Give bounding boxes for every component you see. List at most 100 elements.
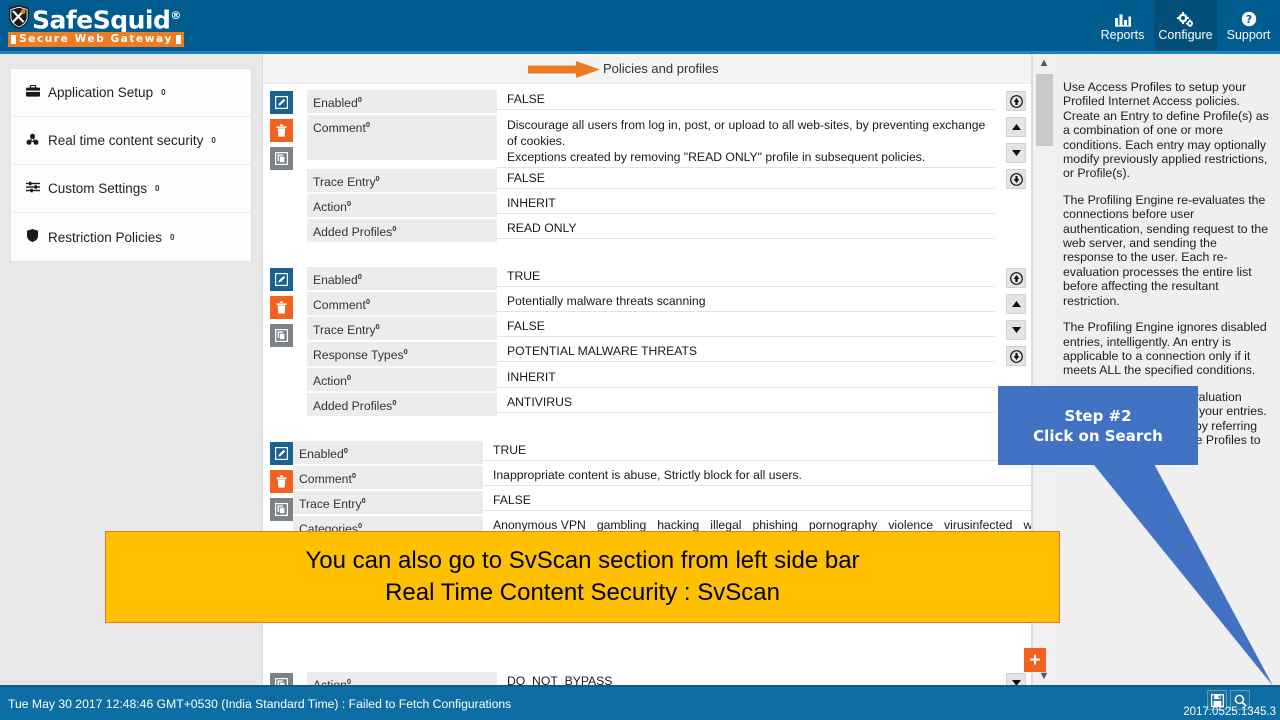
left-sidebar: Application Setup 0 Real time content se… [10, 68, 252, 262]
sidebar-label-restriction-policies: Restriction Policies [48, 229, 163, 245]
field-label: Added Profiles0 [307, 219, 497, 244]
category-token: hacking [657, 517, 700, 532]
top-nav: Reports Configure ? Support [1091, 0, 1280, 51]
category-token: gambling [596, 517, 647, 532]
sidebar-item-custom-settings[interactable]: Custom Settings 0 [11, 165, 251, 213]
copy-icon[interactable] [270, 497, 293, 521]
field-value: FALSE [497, 169, 995, 190]
nav-label-configure: Configure [1158, 27, 1213, 42]
copy-icon[interactable] [270, 672, 293, 685]
field-label: Added Profiles0 [307, 392, 497, 417]
policy-entry: Enabled0 TRUE Comment0 Potentially malware… [263, 267, 1031, 417]
copy-icon[interactable] [270, 147, 293, 170]
sidebar-label-application-setup: Application Setup [48, 85, 154, 100]
field-label: Enabled0 [293, 440, 483, 465]
category-token: pornography [808, 517, 878, 532]
move-to-top-icon[interactable] [1006, 91, 1026, 111]
field-row: Comment0 Potentially malware threats scan… [307, 291, 995, 317]
nav-item-configure[interactable]: Configure [1154, 0, 1217, 51]
field-row: Action0DO_NOT_BYPASS [307, 671, 995, 685]
entry-tools [263, 90, 307, 243]
field-label: Comment0 [307, 292, 497, 317]
field-label: Trace Entry0 [307, 317, 497, 342]
field-label: Enabled0 [307, 90, 497, 115]
panel-header: Policies and profiles [263, 54, 1031, 84]
field-label: Action0 [307, 367, 497, 392]
sidebar-info-restriction-policies[interactable]: 0 [170, 233, 174, 242]
help-paragraph: Use Access Profiles to setup your Profil… [1063, 80, 1269, 181]
sidebar-info-application-setup[interactable]: 0 [161, 88, 165, 97]
entry-move-buttons [1001, 90, 1031, 243]
safesquid-shield-icon [9, 5, 29, 29]
sidebar-item-application-setup[interactable]: Application Setup 0 [11, 69, 251, 117]
field-value: FALSE [497, 317, 995, 338]
question-circle-icon: ? [1241, 10, 1257, 27]
field-row: Enabled0 TRUE [307, 267, 995, 292]
edit-icon[interactable] [270, 268, 293, 292]
field-value: ANTIVIRUS [497, 393, 995, 413]
edit-icon[interactable] [270, 91, 293, 114]
biohazard-icon [25, 133, 40, 149]
move-to-bottom-icon[interactable] [1006, 169, 1026, 189]
app-root: SafeSquid® Secure Web Gateway Reports Co… [0, 0, 1280, 720]
field-label: Enabled0 [307, 267, 497, 292]
move-down-icon[interactable] [1006, 143, 1026, 163]
field-row: Added Profiles0 ANTIVIRUS [307, 391, 995, 417]
entry-tools [263, 672, 307, 685]
briefcase-icon [25, 84, 40, 100]
category-token: illegal [710, 517, 742, 532]
field-row: Comment0 Inappropriate content is abuse, … [293, 464, 1031, 490]
field-row: Trace Entry0 FALSE [307, 316, 995, 342]
sidebar-item-restriction-policies[interactable]: Restriction Policies 0 [11, 213, 251, 261]
trash-icon[interactable] [270, 119, 293, 142]
orange-pointer-arrow-icon [528, 61, 600, 78]
move-to-top-icon[interactable] [1006, 268, 1026, 289]
field-value: TRUE [483, 441, 1031, 461]
help-paragraph: The Profiling Engine re-evaluates the co… [1063, 192, 1269, 308]
field-row: Trace Entry0 FALSE [307, 168, 995, 194]
brand-name: SafeSquid® [32, 5, 181, 35]
sidebar-info-real-time-content-security[interactable]: 0 [211, 136, 215, 145]
field-value: READ ONLY [497, 219, 995, 240]
brand-logo[interactable]: SafeSquid® Secure Web Gateway [6, 2, 196, 50]
field-row: Added Profiles0 READ ONLY [307, 218, 995, 244]
sidebar-item-real-time-content-security[interactable]: Real time content security 0 [11, 117, 251, 165]
policy-entry: Action0DO_NOT_BYPASS Added Profiles0BLOC… [263, 671, 1031, 685]
callout-step-2: Step #2 Click on Search [998, 386, 1198, 465]
scroll-up-icon[interactable]: ▲ [1033, 54, 1055, 72]
field-value: FALSE [497, 90, 995, 110]
edit-icon[interactable] [270, 441, 293, 465]
sidebar-info-custom-settings[interactable]: 0 [155, 184, 159, 193]
callout-blue-line2: Click on Search [1033, 426, 1163, 445]
move-up-icon[interactable] [1006, 294, 1026, 315]
trash-icon[interactable] [270, 296, 293, 320]
category-token: Anonymous VPN [493, 517, 586, 532]
callout-yellow-line2: Real Time Content Security : SvScan [385, 579, 780, 606]
field-value: FALSE [483, 491, 1031, 511]
nav-item-support[interactable]: ? Support [1217, 0, 1280, 51]
gears-icon [1177, 10, 1194, 27]
entry-fields: Action0DO_NOT_BYPASS Added Profiles0BLOC… [307, 671, 1001, 685]
reports-chart-icon [1114, 10, 1131, 27]
copy-icon[interactable] [270, 324, 293, 348]
nav-label-reports: Reports [1100, 27, 1145, 42]
nav-item-reports[interactable]: Reports [1091, 0, 1154, 51]
shield-icon [25, 229, 40, 245]
move-down-icon[interactable] [1006, 320, 1026, 341]
field-value: Inappropriate content is abuse, Strictly… [483, 466, 1031, 486]
top-bar: SafeSquid® Secure Web Gateway Reports Co… [0, 0, 1280, 54]
svg-text:?: ? [1245, 13, 1251, 26]
field-value: POTENTIAL MALWARE THREATS [497, 342, 995, 363]
callout-yellow-line1: You can also go to SvScan section from l… [305, 547, 860, 574]
field-label: Trace Entry0 [307, 169, 497, 194]
entry-tools [263, 267, 307, 416]
field-value: TRUE [497, 267, 995, 288]
move-to-bottom-icon[interactable] [1006, 346, 1026, 367]
category-token: violence [888, 517, 934, 532]
field-row: Action0 INHERIT [307, 193, 995, 219]
sliders-icon [25, 181, 40, 196]
field-label: Response Types0 [307, 342, 497, 367]
trash-icon[interactable] [270, 469, 293, 493]
scrollbar-thumb[interactable] [1036, 74, 1053, 146]
move-up-icon[interactable] [1006, 117, 1026, 137]
